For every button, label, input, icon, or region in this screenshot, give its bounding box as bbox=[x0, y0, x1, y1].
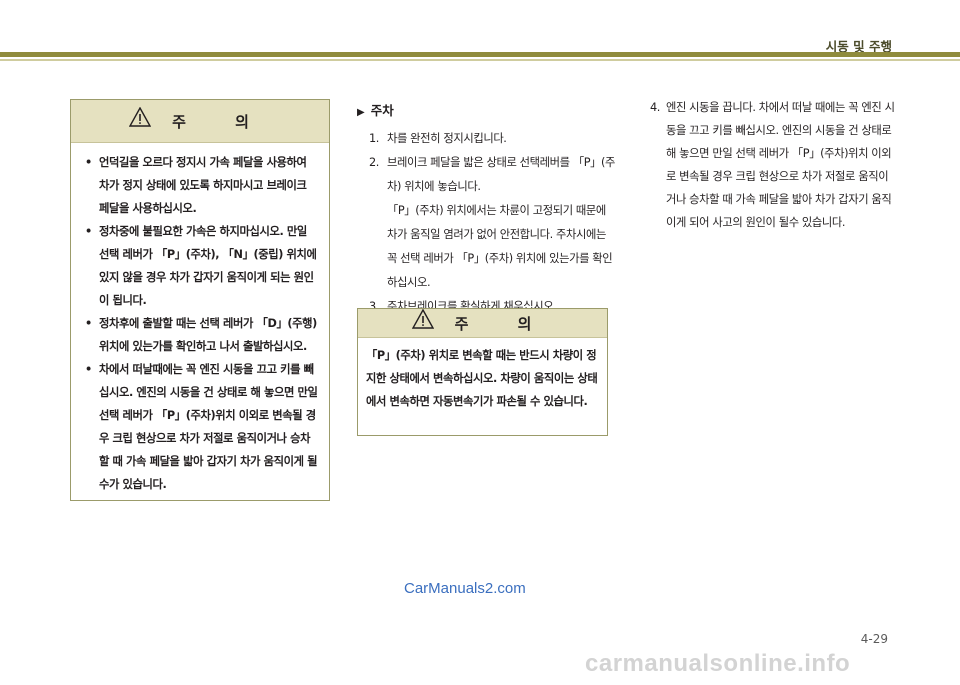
section-heading: ▶ 주차 bbox=[357, 100, 617, 119]
caution-title: 주 의 bbox=[172, 112, 271, 131]
step-number: 2. bbox=[369, 156, 379, 169]
step-text: 브레이크 페달을 밟은 상태로 선택레버를 「P」(주차) 위치에 놓습니다. bbox=[387, 156, 616, 193]
caution-text: 「P」(주차) 위치로 변속할 때는 반드시 차량이 정지한 상태에서 변속하십… bbox=[366, 349, 598, 408]
warning-triangle-icon bbox=[411, 308, 434, 338]
caution-box-left: 주 의 언덕길을 오르다 정지시 가속 페달을 사용하여 차가 정지 상태에 있… bbox=[70, 99, 330, 501]
header-rule bbox=[0, 52, 960, 57]
step-number: 4. bbox=[650, 101, 660, 114]
step-text: 엔진 시동을 끕니다. 차에서 떠날 때에는 꼭 엔진 시동을 끄고 키를 빼십… bbox=[666, 101, 895, 229]
triangle-bullet-icon: ▶ bbox=[357, 107, 365, 118]
step-item: 1. 차를 완전히 정지시킵니다. bbox=[357, 127, 617, 151]
caution-header: 주 의 bbox=[71, 100, 329, 143]
step-text: 「P」(주차) 위치에서는 차륜이 고정되기 때문에 차가 움직일 염려가 없어… bbox=[387, 204, 613, 289]
caution-list: 언덕길을 오르다 정지시 가속 페달을 사용하여 차가 정지 상태에 있도록 하… bbox=[85, 151, 319, 496]
caution-bullet: 차에서 떠날때에는 꼭 엔진 시동을 끄고 키를 빼십시오. 엔진의 시동을 건… bbox=[85, 358, 319, 496]
caution-body: 언덕길을 오르다 정지시 가속 페달을 사용하여 차가 정지 상태에 있도록 하… bbox=[71, 143, 329, 506]
parking-section: ▶ 주차 1. 차를 완전히 정지시킵니다. 2. 브레이크 페달을 밟은 상태로… bbox=[357, 100, 617, 319]
caution-box-middle: 주 의 「P」(주차) 위치로 변속할 때는 반드시 차량이 정지한 상태에서 … bbox=[357, 308, 608, 436]
section-heading-text: 주차 bbox=[370, 103, 394, 118]
parking-steps: 1. 차를 완전히 정지시킵니다. 2. 브레이크 페달을 밟은 상태로 선택레… bbox=[357, 127, 617, 319]
page-number: 4-29 bbox=[860, 632, 888, 646]
caution-title: 주 의 bbox=[454, 314, 554, 333]
caution-body: 「P」(주차) 위치로 변속할 때는 반드시 차량이 정지한 상태에서 변속하십… bbox=[358, 338, 607, 419]
step-number: 1. bbox=[369, 132, 379, 145]
caution-bullet: 언덕길을 오르다 정지시 가속 페달을 사용하여 차가 정지 상태에 있도록 하… bbox=[85, 151, 319, 220]
caution-header: 주 의 bbox=[358, 308, 607, 338]
footer-watermark: carmanualsonline.info bbox=[585, 650, 851, 677]
warning-triangle-icon bbox=[128, 101, 152, 143]
step-4-section: 4. 엔진 시동을 끕니다. 차에서 떠날 때에는 꼭 엔진 시동을 끄고 키를… bbox=[650, 96, 895, 234]
caution-bullet: 정차후에 출발할 때는 선택 레버가 「D」(주행) 위치에 있는가를 확인하고… bbox=[85, 312, 319, 358]
caution-bullet: 정차중에 불필요한 가속은 하지마십시오. 만일 선택 레버가 「P」(주차),… bbox=[85, 220, 319, 312]
step-text: 차를 완전히 정지시킵니다. bbox=[387, 132, 507, 145]
step-item: 4. 엔진 시동을 끕니다. 차에서 떠날 때에는 꼭 엔진 시동을 끄고 키를… bbox=[650, 96, 895, 234]
watermark-link[interactable]: CarManuals2.com bbox=[404, 580, 526, 597]
step-item: 2. 브레이크 페달을 밟은 상태로 선택레버를 「P」(주차) 위치에 놓습니… bbox=[357, 151, 617, 295]
header-rule-thin bbox=[0, 59, 960, 61]
